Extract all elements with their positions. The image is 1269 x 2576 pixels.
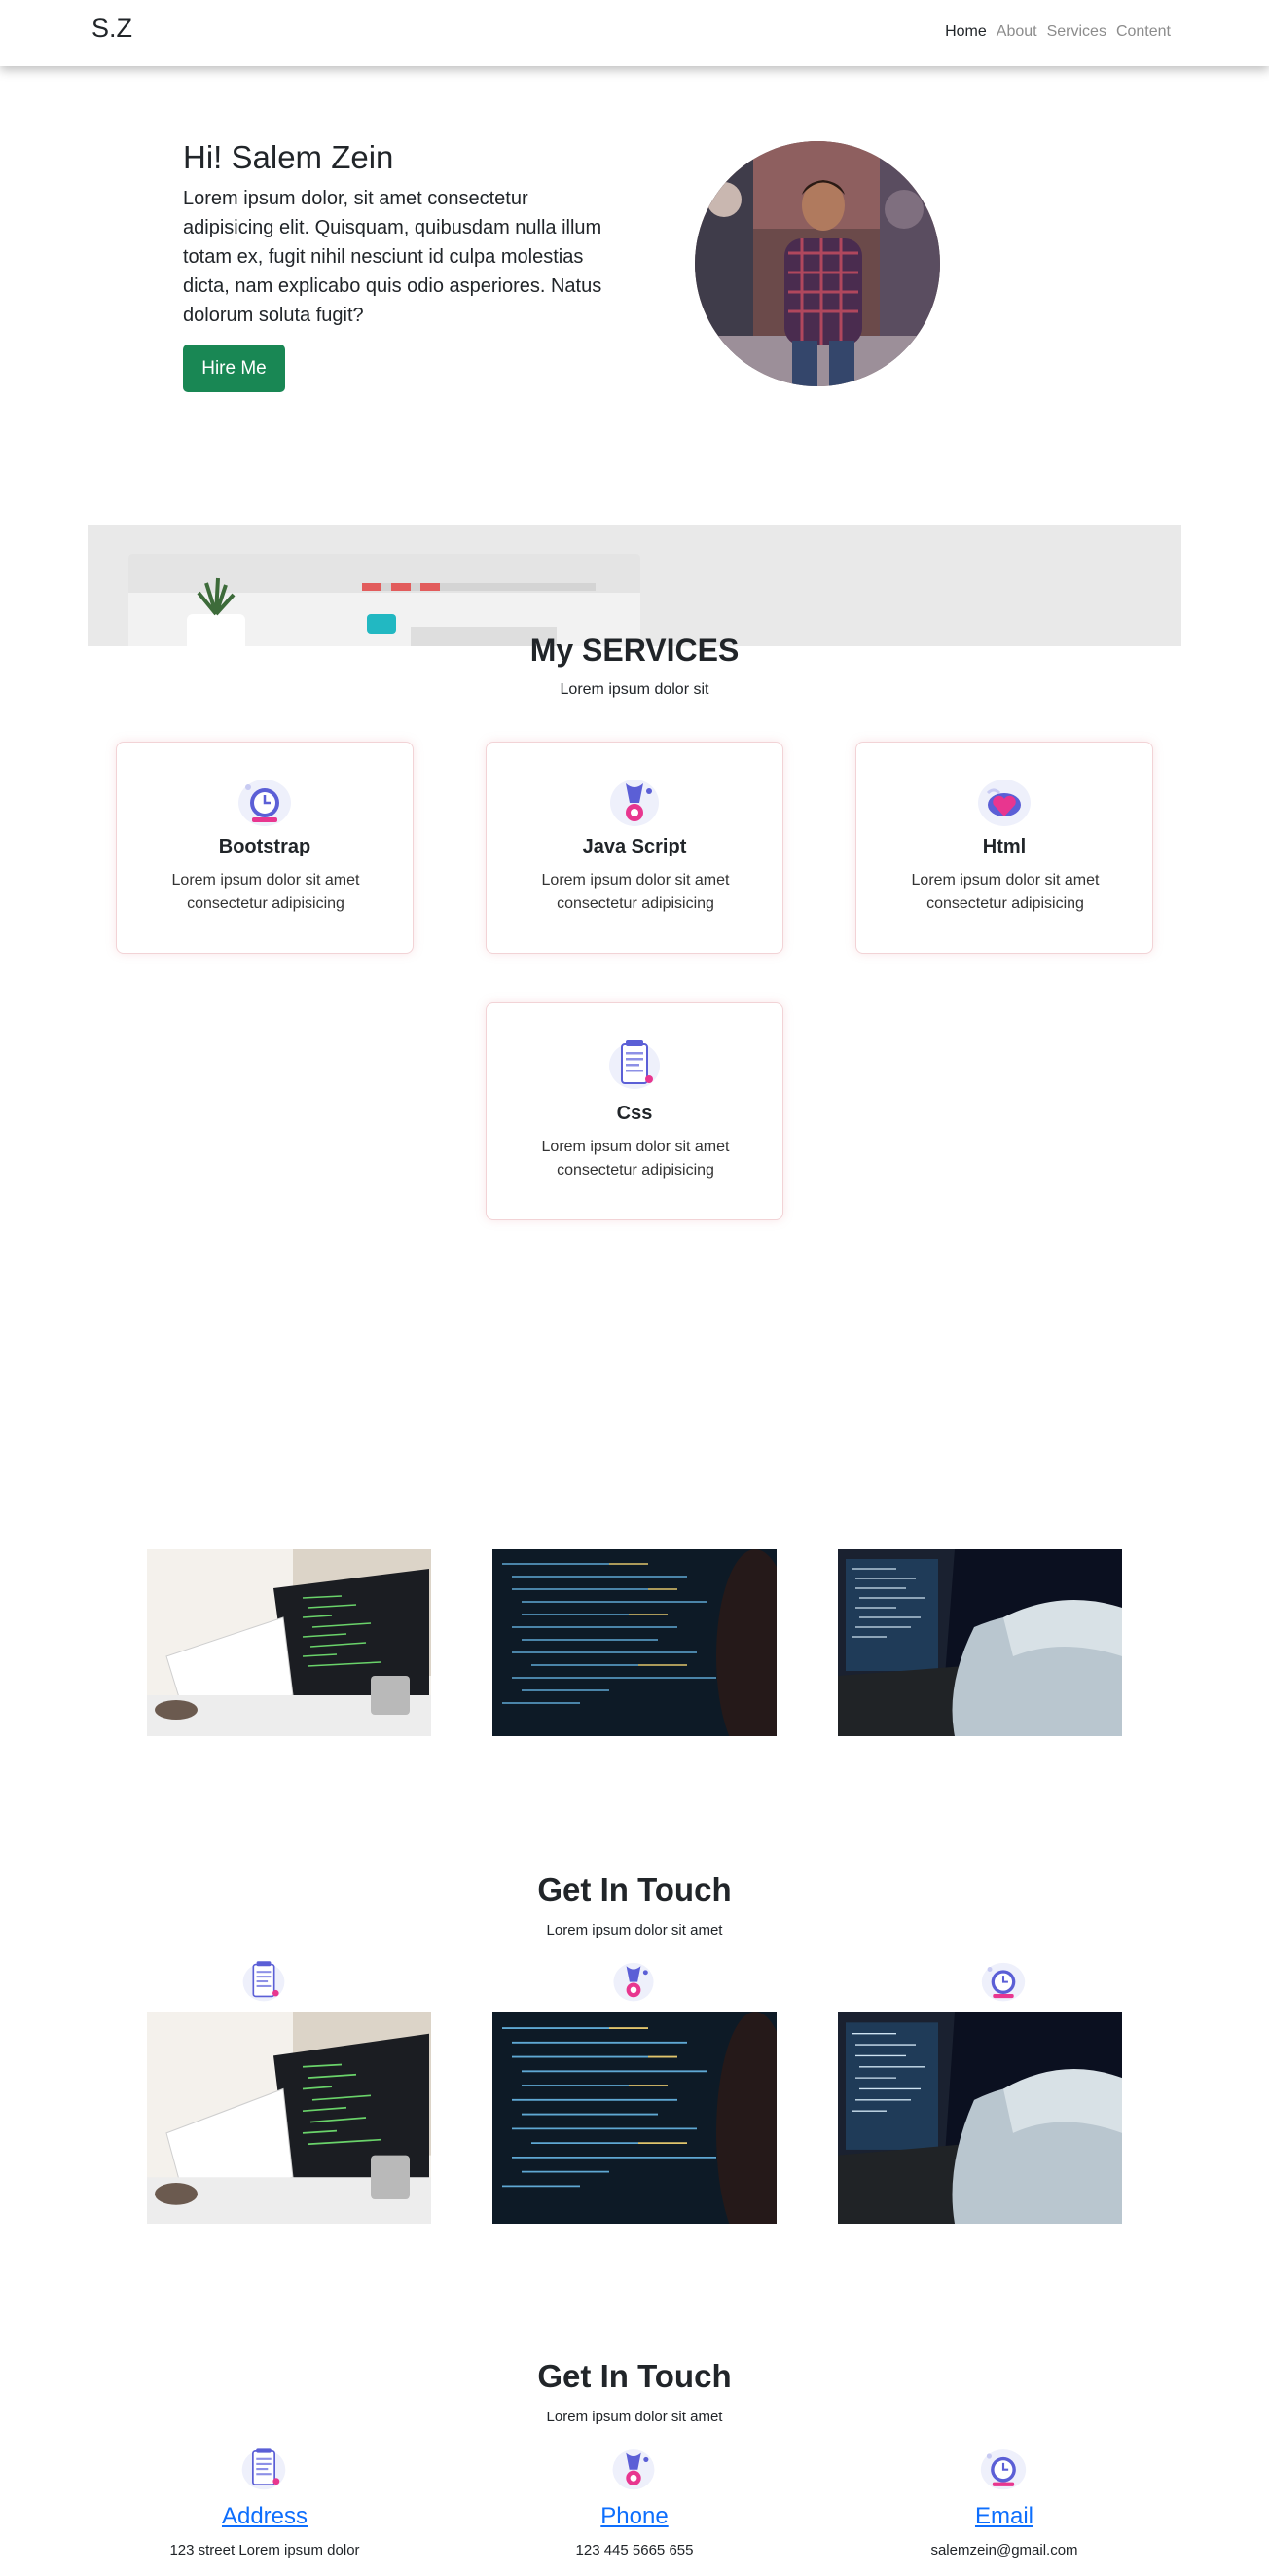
gallery-photo-laptop — [147, 1549, 431, 1736]
services-title: My SERVICES — [529, 633, 740, 668]
wrench-icon — [604, 774, 665, 828]
document-icon — [236, 2445, 292, 2491]
service-card-title: Html — [982, 836, 1027, 857]
address-link[interactable]: Address — [119, 2503, 411, 2530]
hero-text: Lorem ipsum dolor, sit amet consectetur … — [183, 188, 602, 326]
document-icon — [604, 1036, 665, 1091]
navbar: S.Z Home About Services Content — [0, 0, 1269, 66]
service-card-title: Css — [616, 1103, 653, 1124]
contact-subtitle: Lorem ipsum dolor sit amet — [546, 2409, 723, 2425]
heart-icon — [974, 774, 1034, 828]
brand-logo[interactable]: S.Z — [91, 14, 132, 44]
email-link[interactable]: Email — [858, 2503, 1150, 2530]
clock-icon — [975, 2445, 1032, 2491]
document-icon — [236, 1958, 292, 2003]
wrench-icon — [605, 1958, 662, 2003]
gallery-photo-person — [838, 1549, 1122, 1736]
gallery-photo-person — [838, 2012, 1122, 2224]
phone-value: 123 445 5665 655 — [575, 2542, 694, 2558]
profile-photo — [695, 141, 940, 386]
gallery-photo-laptop — [147, 2012, 431, 2224]
wrench-icon — [605, 2445, 662, 2491]
banner-strip — [88, 525, 1181, 646]
service-card-html: Html Lorem ipsum dolor sit amet consecte… — [855, 742, 1153, 954]
contact-title: Get In Touch — [537, 2358, 732, 2394]
nav-services-link[interactable]: Services — [1047, 23, 1106, 41]
nav-home-link[interactable]: Home — [945, 23, 987, 41]
gallery-photo-code — [492, 1549, 777, 1736]
phone-link[interactable]: Phone — [489, 2503, 780, 2530]
service-card-javascript: Java Script Lorem ipsum dolor sit amet c… — [486, 742, 783, 954]
service-card-css: Css Lorem ipsum dolor sit amet consectet… — [486, 1002, 783, 1220]
get-in-touch-title: Get In Touch — [537, 1871, 732, 1907]
hire-me-button[interactable]: Hire Me — [183, 345, 285, 392]
nav-menu: Home About Services Content — [935, 23, 1171, 41]
service-card-title: Java Script — [582, 836, 687, 857]
service-card-text: Lorem ipsum dolor sit amet consectetur a… — [171, 872, 360, 912]
gallery-photo-code — [492, 2012, 777, 2224]
email-value: salemzein@gmail.com — [930, 2542, 1078, 2558]
nav-content-link[interactable]: Content — [1116, 23, 1171, 41]
service-card-bootstrap: Bootstrap Lorem ipsum dolor sit amet con… — [116, 742, 414, 954]
hero-title: Hi! Salem Zein — [183, 139, 394, 175]
get-in-touch-subtitle: Lorem ipsum dolor sit amet — [546, 1922, 723, 1939]
service-card-title: Bootstrap — [218, 836, 311, 857]
nav-about-link[interactable]: About — [997, 23, 1037, 41]
service-card-text: Lorem ipsum dolor sit amet consectetur a… — [911, 872, 1100, 912]
service-card-text: Lorem ipsum dolor sit amet consectetur a… — [541, 872, 730, 912]
service-card-text: Lorem ipsum dolor sit amet consectetur a… — [541, 1139, 730, 1179]
clock-icon — [975, 1958, 1032, 2003]
clock-icon — [235, 774, 295, 828]
address-value: 123 street Lorem ipsum dolor — [169, 2542, 360, 2558]
services-subtitle: Lorem ipsum dolor sit — [560, 681, 709, 698]
